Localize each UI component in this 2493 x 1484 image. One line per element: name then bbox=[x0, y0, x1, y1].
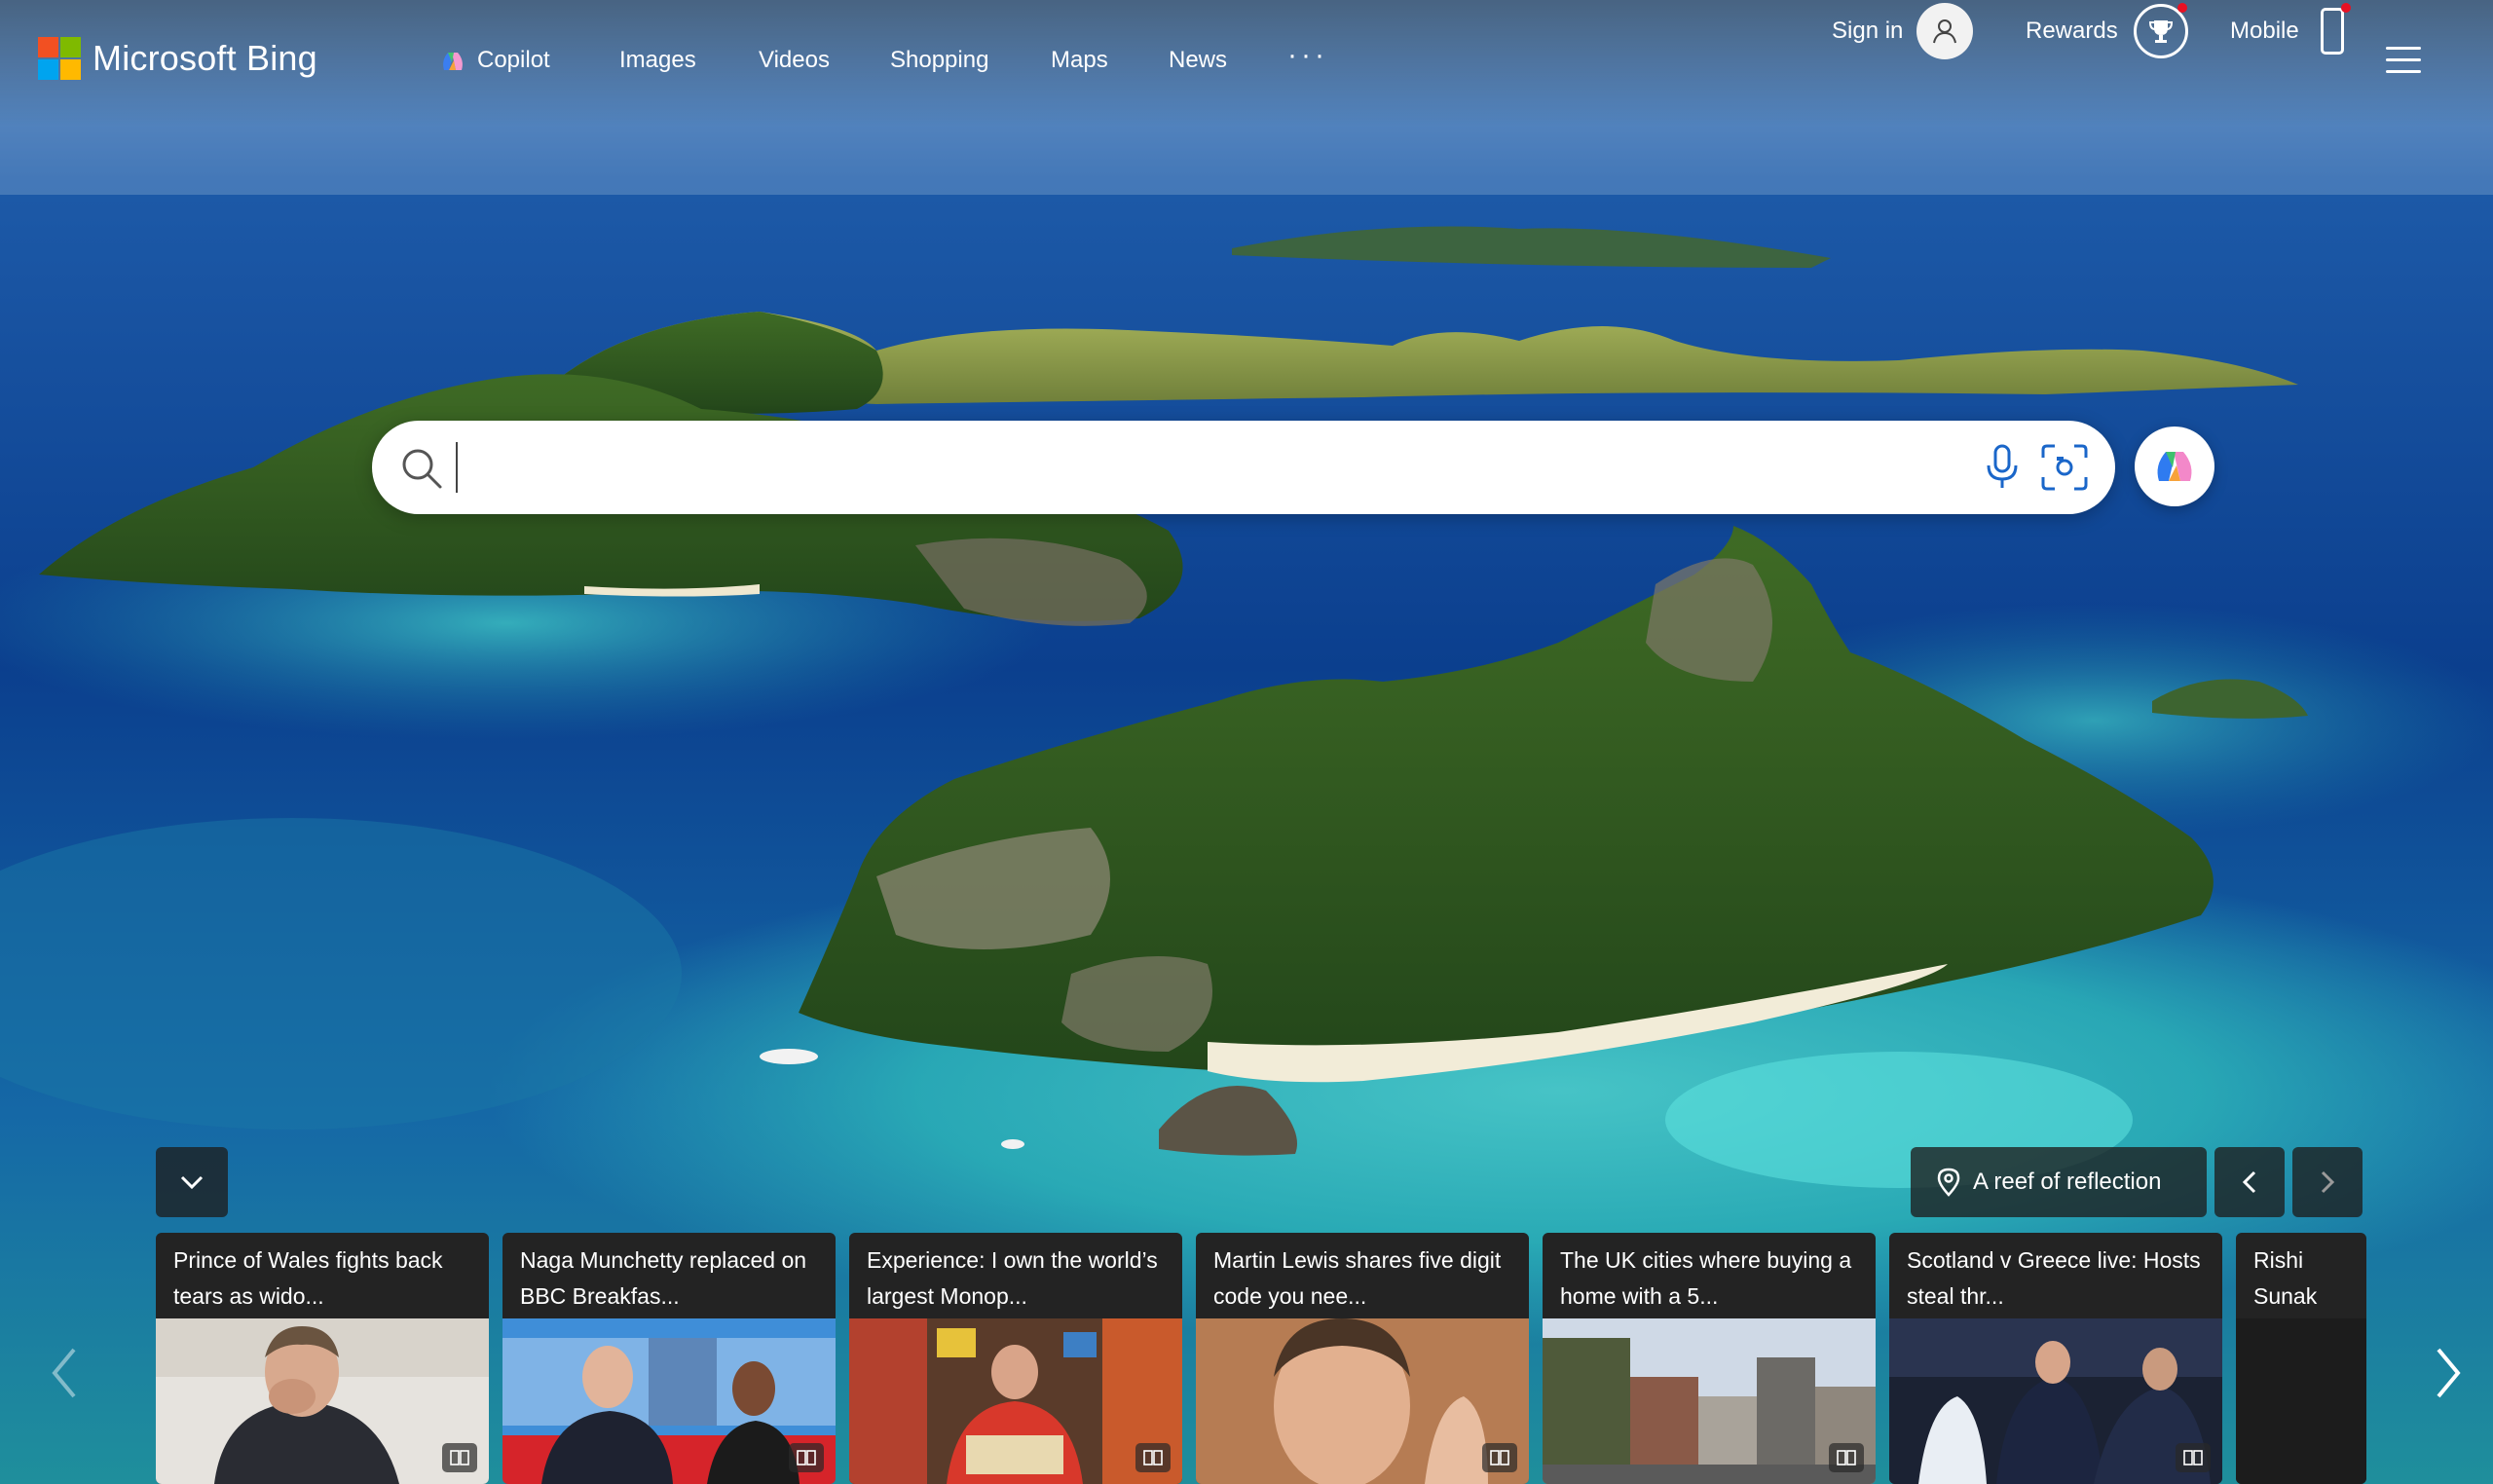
book-icon bbox=[450, 1450, 469, 1465]
rewards-notification-dot bbox=[2177, 3, 2187, 13]
book-icon bbox=[2183, 1450, 2203, 1465]
brand-name: Microsoft Bing bbox=[93, 38, 317, 78]
image-location-label: A reef of reflection bbox=[1973, 1169, 2162, 1195]
hamburger-menu-icon[interactable] bbox=[2386, 47, 2421, 74]
mobile-label: Mobile bbox=[2230, 18, 2299, 44]
read-icon bbox=[789, 1443, 824, 1472]
news-thumbnail bbox=[1196, 1318, 1529, 1484]
news-thumbnail-image bbox=[1196, 1318, 1529, 1484]
sign-in-button[interactable]: Sign in bbox=[1832, 0, 1974, 62]
news-thumbnail-image bbox=[849, 1318, 1182, 1484]
news-card-title: Rishi Sunak Microsoft a bbox=[2253, 1247, 2318, 1309]
news-card[interactable]: Rishi Sunak Microsoft a bbox=[2236, 1233, 2366, 1484]
nav-news[interactable]: News bbox=[1169, 43, 1227, 78]
menu-line-2 bbox=[2386, 58, 2421, 61]
mobile-notification-dot bbox=[2340, 3, 2351, 13]
news-thumbnail-image bbox=[1543, 1318, 1876, 1484]
trophy-icon bbox=[2133, 3, 2188, 58]
carousel-prev-icon[interactable] bbox=[49, 1344, 78, 1402]
news-thumbnail bbox=[2236, 1318, 2366, 1484]
rewards-label: Rewards bbox=[2026, 18, 2118, 44]
news-thumbnail bbox=[1543, 1318, 1876, 1484]
collapse-feed-button[interactable] bbox=[156, 1147, 228, 1217]
read-icon bbox=[442, 1443, 477, 1472]
chevron-left-icon bbox=[2242, 1170, 2256, 1194]
location-pin-icon bbox=[1937, 1168, 1960, 1197]
trophy-glyph-icon bbox=[2148, 20, 2173, 43]
news-card[interactable]: The UK cities where buying a home with a… bbox=[1543, 1233, 1876, 1484]
menu-line-1 bbox=[2386, 47, 2421, 50]
visual-search-icon[interactable] bbox=[2039, 442, 2090, 493]
news-thumbnail-image bbox=[2236, 1318, 2366, 1484]
sign-in-label: Sign in bbox=[1832, 18, 1904, 44]
menu-line-3 bbox=[2386, 70, 2421, 73]
nav-copilot[interactable]: Copilot bbox=[438, 43, 550, 78]
news-card-title: Naga Munchetty replaced on BBC Breakfas.… bbox=[520, 1247, 807, 1309]
read-icon bbox=[1135, 1443, 1171, 1472]
previous-image-button[interactable] bbox=[2214, 1147, 2285, 1217]
search-icon bbox=[402, 449, 442, 489]
news-card[interactable]: Scotland v Greece live: Hosts steal thr.… bbox=[1889, 1233, 2222, 1484]
bing-homepage: Microsoft Bing Copilot Images Videos Sho… bbox=[0, 0, 2493, 1484]
logo-square-blue bbox=[38, 59, 58, 80]
news-card-title: The UK cities where buying a home with a… bbox=[1560, 1247, 1852, 1309]
person-icon bbox=[1933, 19, 1957, 44]
next-image-button[interactable] bbox=[2292, 1147, 2363, 1217]
news-card[interactable]: Naga Munchetty replaced on BBC Breakfas.… bbox=[502, 1233, 836, 1484]
news-card-title: Scotland v Greece live: Hosts steal thr.… bbox=[1907, 1247, 2201, 1309]
microphone-icon[interactable] bbox=[1981, 442, 2024, 493]
nav-maps[interactable]: Maps bbox=[1051, 43, 1108, 78]
book-icon bbox=[1837, 1450, 1856, 1465]
nav-videos[interactable]: Videos bbox=[759, 43, 830, 78]
book-icon bbox=[1143, 1450, 1163, 1465]
copilot-icon bbox=[2157, 452, 2192, 481]
user-avatar-icon bbox=[1916, 3, 1974, 59]
nav-images[interactable]: Images bbox=[619, 43, 696, 78]
news-card[interactable]: Martin Lewis shares five digit code you … bbox=[1196, 1233, 1529, 1484]
bing-logo[interactable]: Microsoft Bing bbox=[38, 37, 317, 80]
news-thumbnail-image bbox=[156, 1318, 489, 1484]
mobile-button[interactable]: Mobile bbox=[2230, 0, 2351, 62]
rewards-button[interactable]: Rewards bbox=[2026, 0, 2188, 62]
carousel-next-icon[interactable] bbox=[2435, 1344, 2464, 1402]
search-input[interactable] bbox=[456, 442, 1916, 493]
chevron-down-icon bbox=[180, 1175, 204, 1190]
news-card[interactable]: Prince of Wales fights back tears as wid… bbox=[156, 1233, 489, 1484]
logo-square-red bbox=[38, 37, 58, 57]
top-header: Microsoft Bing Copilot Images Videos Sho… bbox=[0, 0, 2493, 127]
chevron-right-icon bbox=[2321, 1170, 2335, 1194]
news-card-title: Prince of Wales fights back tears as wid… bbox=[173, 1247, 443, 1309]
news-carousel: Prince of Wales fights back tears as wid… bbox=[156, 1233, 2366, 1484]
more-dots-icon[interactable]: ··· bbox=[1287, 41, 1328, 70]
nav-shopping[interactable]: Shopping bbox=[890, 43, 988, 78]
news-thumbnail-image bbox=[502, 1318, 836, 1484]
copilot-icon bbox=[443, 52, 463, 70]
copilot-button[interactable] bbox=[2135, 427, 2214, 506]
book-icon bbox=[797, 1450, 816, 1465]
microsoft-logo-icon bbox=[38, 37, 81, 80]
read-icon bbox=[2176, 1443, 2211, 1472]
news-thumbnail-image bbox=[1889, 1318, 2222, 1484]
news-card-title: Experience: I own the world’s largest Mo… bbox=[867, 1247, 1158, 1309]
news-thumbnail bbox=[156, 1318, 489, 1484]
book-icon bbox=[1490, 1450, 1509, 1465]
logo-square-green bbox=[60, 37, 81, 57]
news-thumbnail bbox=[502, 1318, 836, 1484]
image-location-button[interactable]: A reef of reflection bbox=[1911, 1147, 2207, 1217]
read-icon bbox=[1829, 1443, 1864, 1472]
read-icon bbox=[1482, 1443, 1517, 1472]
search-box bbox=[372, 421, 2115, 514]
logo-square-yellow bbox=[60, 59, 81, 80]
news-thumbnail bbox=[849, 1318, 1182, 1484]
news-card-title: Martin Lewis shares five digit code you … bbox=[1213, 1247, 1502, 1309]
nav-copilot-label: Copilot bbox=[477, 47, 550, 73]
news-thumbnail bbox=[1889, 1318, 2222, 1484]
news-card[interactable]: Experience: I own the world’s largest Mo… bbox=[849, 1233, 1182, 1484]
phone-icon bbox=[2320, 3, 2351, 55]
